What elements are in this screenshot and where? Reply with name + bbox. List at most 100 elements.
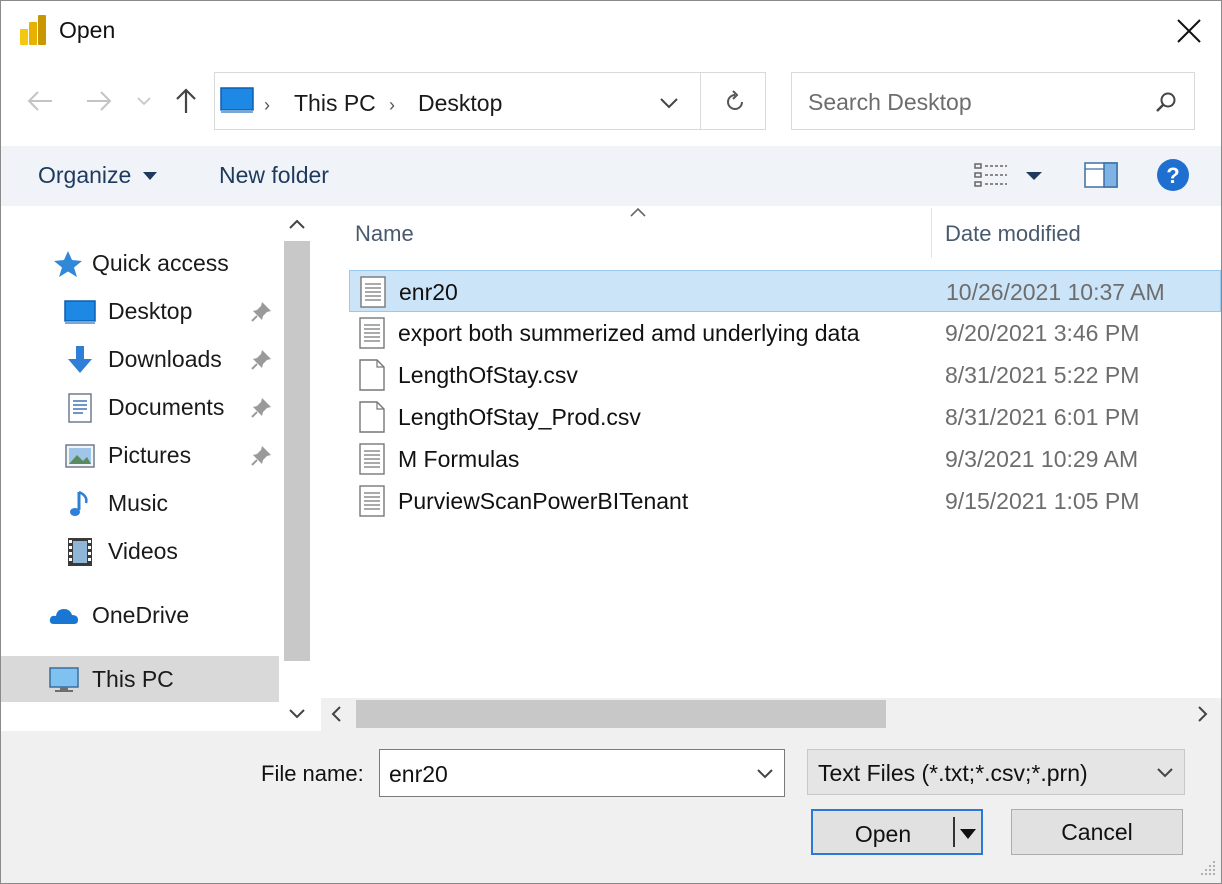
file-date: 8/31/2021 6:01 PM — [945, 404, 1140, 430]
organize-button[interactable]: Organize — [38, 162, 131, 189]
view-dropdown-icon[interactable] — [1025, 171, 1043, 181]
open-options-dropdown-icon[interactable] — [959, 828, 977, 840]
dialog-title: Open — [59, 17, 116, 43]
navigation-pane-scroll-thumb[interactable] — [284, 241, 310, 661]
nav-item-documents[interactable]: Documents — [1, 384, 279, 430]
search-icon[interactable] — [1154, 91, 1178, 115]
nav-item-quick-access[interactable]: Quick access — [1, 240, 279, 286]
nav-item-label: Desktop — [108, 298, 193, 324]
text-file-icon — [360, 276, 386, 308]
documents-icon — [68, 393, 92, 423]
nav-item-downloads[interactable]: Downloads — [1, 336, 279, 382]
file-row-enr20[interactable]: enr20 10/26/2021 10:37 AM — [349, 270, 1221, 312]
close-icon[interactable] — [1171, 13, 1207, 49]
file-row-lengthofstay-prod[interactable]: LengthOfStay_Prod.csv 8/31/2021 6:01 PM — [349, 396, 1221, 438]
column-separator[interactable] — [931, 208, 932, 258]
preview-pane-icon[interactable] — [1084, 161, 1118, 191]
nav-item-label: Pictures — [108, 442, 192, 468]
file-type-select[interactable]: Text Files (*.txt;*.csv;*.prn) — [807, 749, 1185, 795]
search-input[interactable]: Search Desktop — [808, 89, 972, 116]
scroll-right-arrow-icon[interactable] — [1196, 705, 1210, 723]
horizontal-scroll-thumb[interactable] — [356, 700, 886, 728]
file-name: LengthOfStay_Prod.csv — [398, 404, 641, 430]
sort-ascending-icon — [630, 207, 646, 217]
nav-item-label: Documents — [108, 394, 225, 420]
refresh-icon[interactable] — [722, 89, 748, 115]
file-row-m-formulas[interactable]: M Formulas 9/3/2021 10:29 AM — [349, 438, 1221, 480]
recent-locations-chevron-icon[interactable] — [129, 83, 159, 119]
desktop-location-icon — [220, 87, 254, 113]
forward-arrow-icon[interactable] — [81, 83, 117, 119]
command-toolbar: Organize New folder ? — [1, 146, 1221, 206]
film-icon — [68, 538, 92, 566]
cancel-button[interactable]: Cancel — [1011, 809, 1183, 855]
pin-icon[interactable] — [251, 300, 273, 322]
column-header-name[interactable]: Name — [355, 221, 414, 247]
breadcrumb-desktop[interactable]: Desktop — [418, 90, 502, 117]
text-file-icon — [359, 485, 385, 517]
computer-icon — [49, 667, 79, 692]
blank-file-icon — [359, 359, 385, 391]
organize-dropdown-icon[interactable] — [142, 171, 158, 181]
music-note-icon — [70, 490, 88, 516]
file-row-export[interactable]: export both summerized amd underlying da… — [349, 312, 1221, 354]
nav-item-this-pc[interactable]: This PC — [1, 656, 279, 702]
file-date: 10/26/2021 10:37 AM — [946, 279, 1165, 305]
file-name: LengthOfStay.csv — [398, 362, 578, 388]
file-name: export both summerized amd underlying da… — [398, 320, 860, 346]
file-name: M Formulas — [398, 446, 520, 472]
nav-item-desktop[interactable]: Desktop — [1, 288, 279, 334]
breadcrumb-separator-icon[interactable]: › — [389, 95, 395, 116]
open-button-label: Open — [854, 821, 912, 847]
pictures-icon — [65, 444, 95, 468]
nav-item-label: Quick access — [92, 250, 229, 276]
file-date: 9/20/2021 3:46 PM — [945, 320, 1140, 346]
file-name-value[interactable]: enr20 — [389, 761, 448, 788]
resize-grip-icon[interactable] — [1199, 859, 1217, 877]
new-folder-button[interactable]: New folder — [219, 162, 329, 189]
power-bi-app-icon — [20, 15, 46, 45]
download-arrow-icon — [68, 346, 92, 373]
nav-item-music[interactable]: Music — [1, 480, 279, 526]
view-options-icon[interactable] — [973, 161, 1009, 189]
file-name: PurviewScanPowerBITenant — [398, 488, 689, 514]
up-arrow-icon[interactable] — [168, 83, 204, 119]
open-file-dialog: Open › This PC › Desktop Search Desktop … — [0, 0, 1222, 884]
back-arrow-icon[interactable] — [22, 83, 58, 119]
file-date: 9/3/2021 10:29 AM — [945, 446, 1139, 472]
column-header-date-modified[interactable]: Date modified — [945, 221, 1081, 247]
text-file-icon — [359, 443, 385, 475]
title-bar: Open — [1, 1, 1221, 61]
pin-icon[interactable] — [251, 396, 273, 418]
svg-text:?: ? — [1166, 163, 1179, 188]
nav-item-videos[interactable]: Videos — [1, 528, 279, 574]
nav-item-label: OneDrive — [92, 602, 190, 628]
nav-item-pictures[interactable]: Pictures — [1, 432, 279, 478]
address-dropdown-chevron-icon[interactable] — [659, 97, 679, 109]
scroll-left-arrow-icon[interactable] — [329, 705, 343, 723]
pin-icon[interactable] — [251, 444, 273, 466]
file-type-dropdown-chevron-icon[interactable] — [1156, 767, 1174, 779]
scroll-down-arrow-icon[interactable] — [288, 708, 306, 720]
file-name-dropdown-chevron-icon[interactable] — [756, 768, 774, 780]
file-row-lengthofstay[interactable]: LengthOfStay.csv 8/31/2021 5:22 PM — [349, 354, 1221, 396]
file-name: enr20 — [399, 279, 458, 305]
file-row-purview[interactable]: PurviewScanPowerBITenant 9/15/2021 1:05 … — [349, 480, 1221, 522]
file-date: 8/31/2021 5:22 PM — [945, 362, 1140, 388]
blank-file-icon — [359, 401, 385, 433]
help-icon[interactable]: ? — [1156, 158, 1190, 192]
file-name-field[interactable]: enr20 — [379, 749, 785, 797]
desktop-icon — [64, 300, 96, 324]
search-box[interactable]: Search Desktop — [791, 72, 1195, 130]
breadcrumb-this-pc[interactable]: This PC — [294, 90, 376, 117]
breadcrumb-separator-icon[interactable]: › — [264, 95, 270, 116]
open-button[interactable]: Open — [811, 809, 983, 855]
nav-item-onedrive[interactable]: OneDrive — [1, 592, 279, 638]
nav-item-label: Videos — [108, 538, 178, 564]
scroll-up-arrow-icon[interactable] — [288, 218, 306, 230]
pin-icon[interactable] — [251, 348, 273, 370]
file-date: 9/15/2021 1:05 PM — [945, 488, 1140, 514]
address-divider — [700, 73, 701, 129]
file-type-value: Text Files (*.txt;*.csv;*.prn) — [818, 760, 1088, 786]
address-bar[interactable]: › This PC › Desktop — [214, 72, 766, 130]
